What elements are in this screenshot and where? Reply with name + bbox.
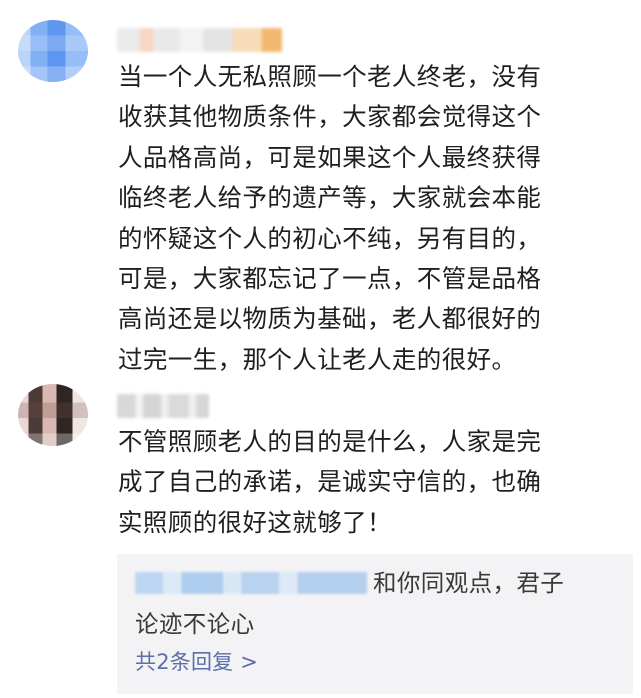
commenter-avatar[interactable]: [18, 384, 88, 446]
commenter-username-blurred[interactable]: [117, 28, 282, 52]
commenter-avatar[interactable]: [18, 20, 88, 82]
commenter-username-blurred[interactable]: [117, 394, 209, 418]
reply-text: 和你同观点，君子 论迹不论心: [135, 563, 615, 645]
view-more-replies-link[interactable]: 共2条回复 >: [135, 648, 258, 676]
comment-text: 不管照顾老人的目的是什么，人家是完 成了自己的承诺，是诚实守信的，也确 实照顾的…: [118, 427, 542, 537]
reply-preview[interactable]: 和你同观点，君子 论迹不论心 共2条回复 >: [117, 554, 633, 694]
comment-text: 当一个人无私照顾一个老人终老，没有 收获其他物质条件，大家都会觉得这个 人品格高…: [118, 62, 542, 374]
reply-text-content: 和你同观点，君子 论迹不论心: [135, 569, 565, 638]
